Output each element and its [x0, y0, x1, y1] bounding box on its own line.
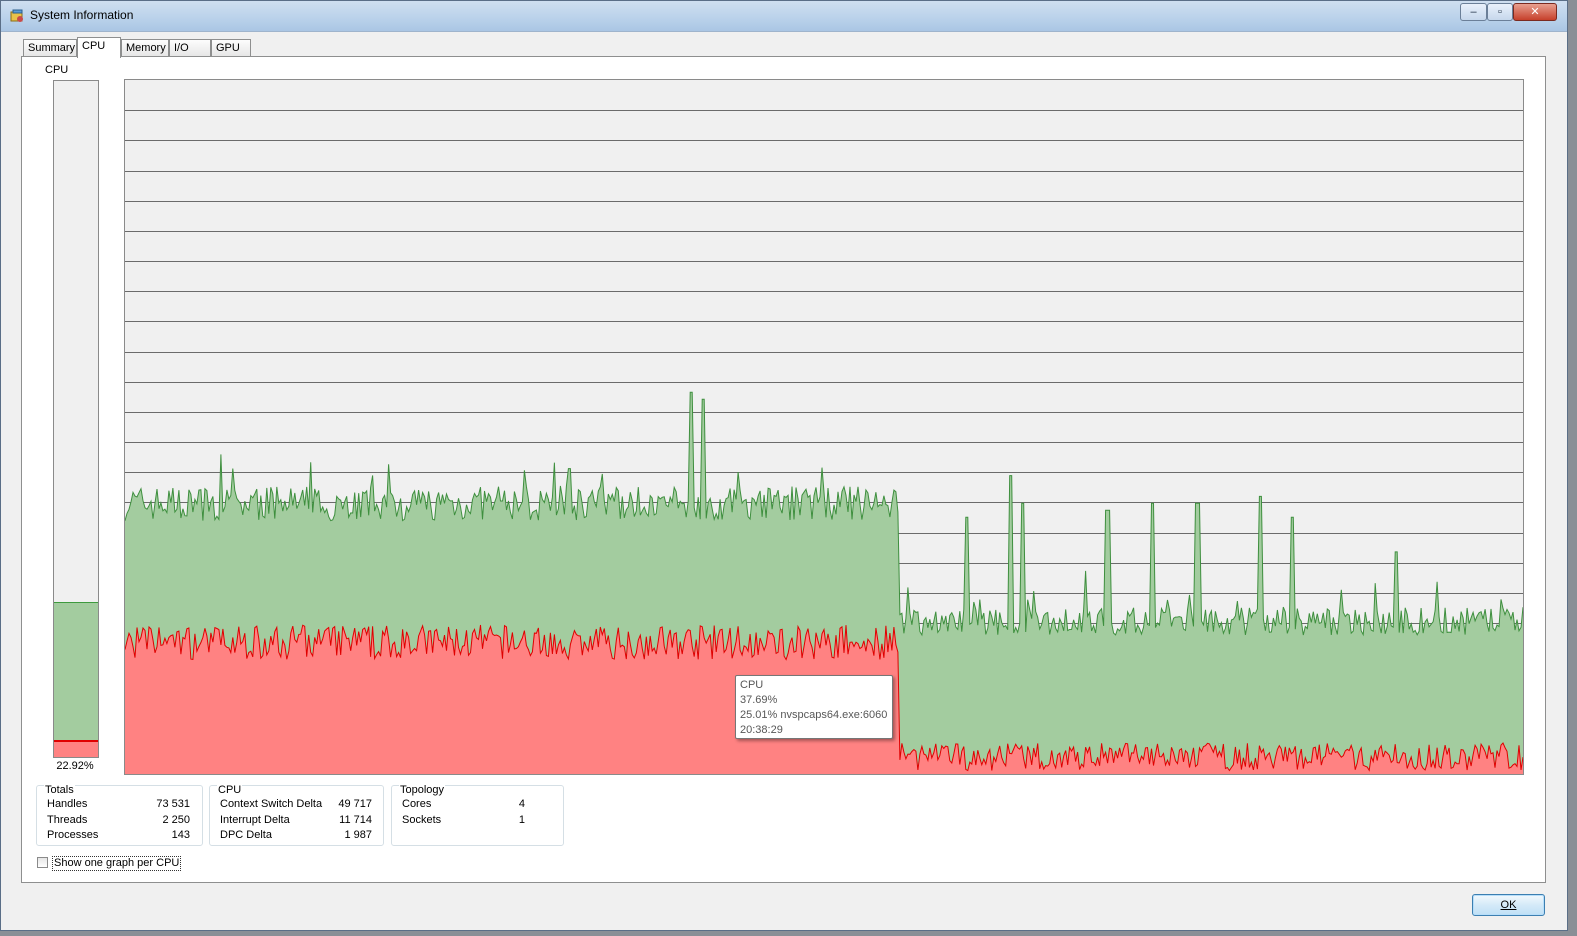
cpu-meter-kernel-fill — [54, 740, 98, 757]
cpu-meter-label: CPU — [45, 64, 69, 76]
stat-value: 1 — [518, 814, 525, 826]
tooltip-time: 20:38:29 — [740, 724, 783, 736]
stat-value: 1 987 — [344, 829, 372, 841]
minimize-button[interactable]: ‒ — [1460, 3, 1487, 21]
tooltip-total: 37.69% — [740, 694, 778, 706]
tab-gpu[interactable]: GPU — [211, 39, 251, 57]
stat-label: DPC Delta — [220, 829, 272, 841]
cpu-usage-meter — [53, 80, 99, 758]
stat-value: 73 531 — [156, 798, 190, 810]
stat-label: Sockets — [402, 814, 442, 826]
tooltip-process: 25.01% nvspcaps64.exe:6060 — [740, 709, 888, 721]
app-icon — [10, 9, 23, 22]
stat-value: 4 — [518, 798, 525, 810]
stat-label: Threads — [47, 814, 88, 826]
maximize-button[interactable]: ▫ — [1487, 3, 1513, 21]
tab-cpu[interactable]: CPU — [77, 37, 121, 58]
totals-group: Totals Handles 73 531 Threads 2 250 Proc… — [36, 784, 203, 846]
ok-label: OK — [1500, 899, 1517, 911]
tab-summary[interactable]: Summary — [23, 39, 77, 57]
stat-label: Processes — [47, 829, 99, 841]
cpu-meter-total-fill — [54, 602, 98, 757]
close-button[interactable]: ✕ — [1513, 3, 1557, 21]
stat-value: 143 — [171, 829, 190, 841]
cpu-stats-title: CPU — [217, 784, 243, 796]
graph-tooltip: CPU 37.69% 25.01% nvspcaps64.exe:6060 20… — [735, 675, 893, 739]
stat-value: 2 250 — [162, 814, 190, 826]
system-information-window: System Information ‒ ▫ ✕ Summary CPU Mem… — [0, 0, 1568, 931]
tab-io[interactable]: I/O — [169, 39, 211, 57]
stat-value: 49 717 — [338, 798, 372, 810]
totals-title: Totals — [44, 784, 75, 796]
stat-label: Handles — [47, 798, 88, 810]
cpu-tab-panel: CPU 22.92% Totals Handles 73 531 Threads… — [21, 56, 1546, 883]
tab-memory[interactable]: Memory — [121, 39, 169, 57]
stat-label: Cores — [402, 798, 432, 810]
topology-title: Topology — [399, 784, 446, 796]
one-graph-per-cpu-label[interactable]: Show one graph per CPU — [52, 856, 182, 871]
cpu-history-svg — [125, 80, 1523, 774]
ok-button[interactable]: OK — [1472, 894, 1545, 916]
stat-label: Interrupt Delta — [220, 814, 290, 826]
cpu-history-graph[interactable] — [124, 79, 1524, 775]
topology-group: Topology Cores 4 Sockets 1 — [391, 784, 564, 846]
title-bar[interactable]: System Information ‒ ▫ ✕ — [1, 1, 1567, 32]
cpu-stats-group: CPU Context Switch Delta 49 717 Interrup… — [209, 784, 384, 846]
one-graph-per-cpu-checkbox[interactable] — [37, 857, 48, 868]
window-title: System Information — [30, 8, 134, 22]
tooltip-title: CPU — [740, 679, 764, 691]
stat-value: 11 714 — [339, 814, 372, 826]
stat-label: Context Switch Delta — [220, 798, 323, 810]
cpu-meter-value: 22.92% — [56, 760, 94, 772]
